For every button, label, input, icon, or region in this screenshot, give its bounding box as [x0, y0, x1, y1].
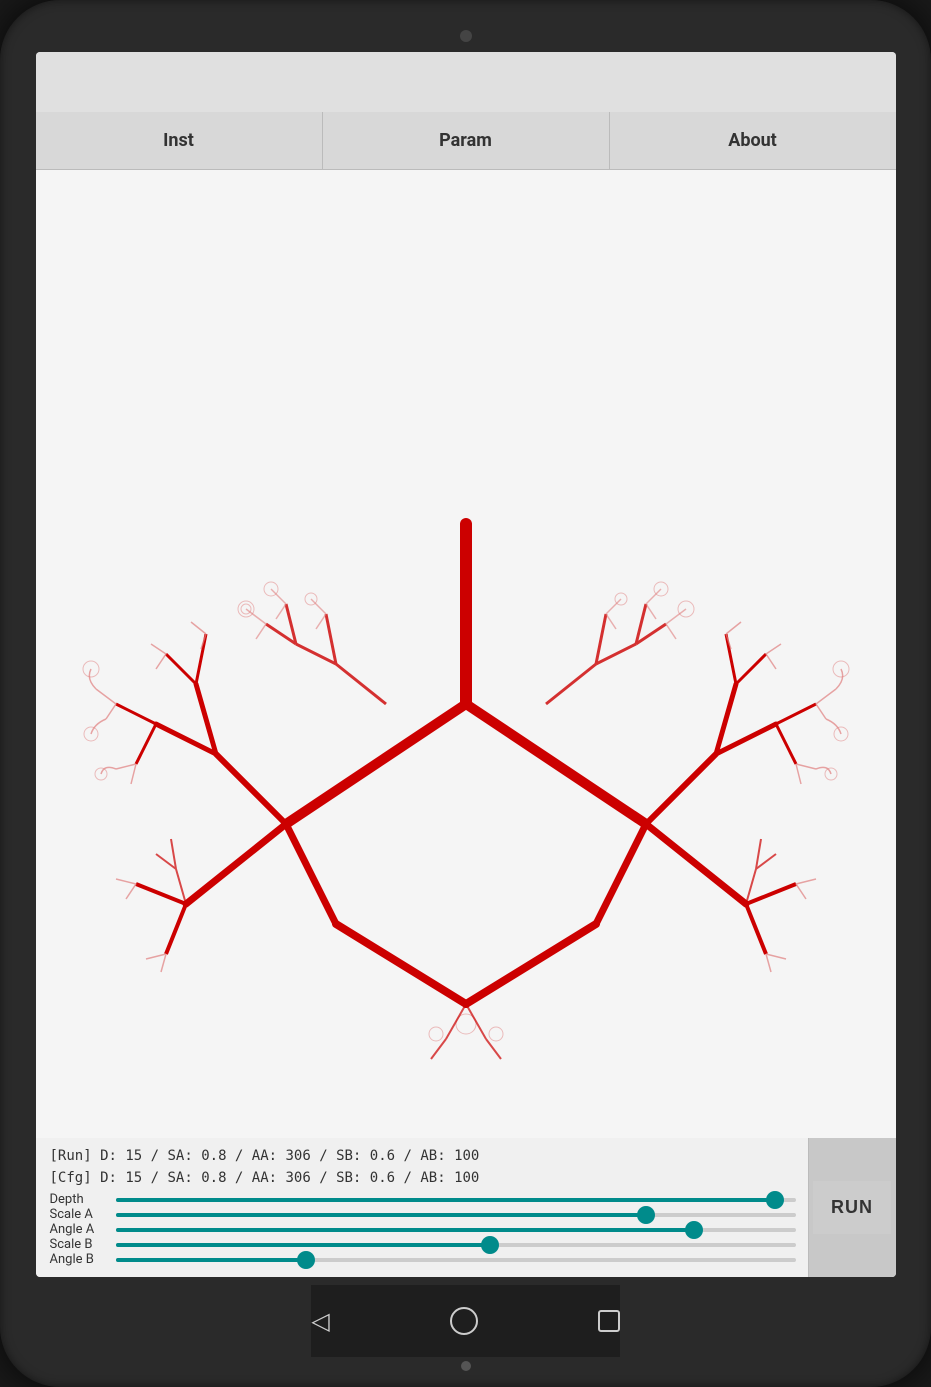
slider-fill-4	[116, 1258, 306, 1262]
slider-track-4[interactable]	[116, 1258, 796, 1262]
slider-fill-1	[116, 1213, 646, 1217]
home-button[interactable]	[450, 1307, 478, 1335]
slider-thumb-0[interactable]	[766, 1191, 784, 1209]
slider-label-0: Depth	[50, 1192, 108, 1207]
slider-thumb-3[interactable]	[481, 1236, 499, 1254]
camera	[460, 30, 472, 42]
cfg-status: [Cfg] D: 15 / SA: 0.8 / AA: 306 / SB: 0.…	[50, 1170, 796, 1186]
slider-track-1[interactable]	[116, 1213, 796, 1217]
slider-fill-2	[116, 1228, 694, 1232]
slider-fill-3	[116, 1243, 490, 1247]
slider-track-2[interactable]	[116, 1228, 796, 1232]
slider-row-angle-a: Angle A	[50, 1222, 796, 1237]
slider-label-3: Scale B	[50, 1237, 108, 1252]
slider-row-scale-b: Scale B	[50, 1237, 796, 1252]
tab-param[interactable]: Param	[323, 112, 610, 169]
slider-track-3[interactable]	[116, 1243, 796, 1247]
sliders-container: DepthScale AAngle AScale BAngle B	[50, 1192, 796, 1267]
tab-inst[interactable]: Inst	[36, 112, 323, 169]
slider-track-0[interactable]	[116, 1198, 796, 1202]
run-button[interactable]: RUN	[813, 1181, 891, 1234]
slider-label-2: Angle A	[50, 1222, 108, 1237]
run-status: [Run] D: 15 / SA: 0.8 / AA: 306 / SB: 0.…	[50, 1148, 796, 1164]
run-button-area: RUN	[808, 1138, 896, 1277]
tablet-screen: Inst Param About	[36, 52, 896, 1277]
home-dot	[461, 1361, 471, 1371]
status-bar	[36, 52, 896, 112]
slider-thumb-2[interactable]	[685, 1221, 703, 1239]
back-button[interactable]: ◁	[311, 1307, 329, 1335]
tab-bar: Inst Param About	[36, 112, 896, 170]
tablet-device: Inst Param About	[0, 0, 931, 1387]
tab-about[interactable]: About	[610, 112, 896, 169]
slider-thumb-1[interactable]	[637, 1206, 655, 1224]
nav-bar: ◁	[311, 1285, 619, 1357]
recents-button[interactable]	[598, 1310, 620, 1332]
slider-row-scale-a: Scale A	[50, 1207, 796, 1222]
slider-row-angle-b: Angle B	[50, 1252, 796, 1267]
slider-label-4: Angle B	[50, 1252, 108, 1267]
slider-label-1: Scale A	[50, 1207, 108, 1222]
slider-thumb-4[interactable]	[297, 1251, 315, 1269]
slider-fill-0	[116, 1198, 776, 1202]
fractal-display	[36, 170, 896, 1138]
controls-panel: [Run] D: 15 / SA: 0.8 / AA: 306 / SB: 0.…	[36, 1138, 896, 1277]
slider-row-depth: Depth	[50, 1192, 796, 1207]
